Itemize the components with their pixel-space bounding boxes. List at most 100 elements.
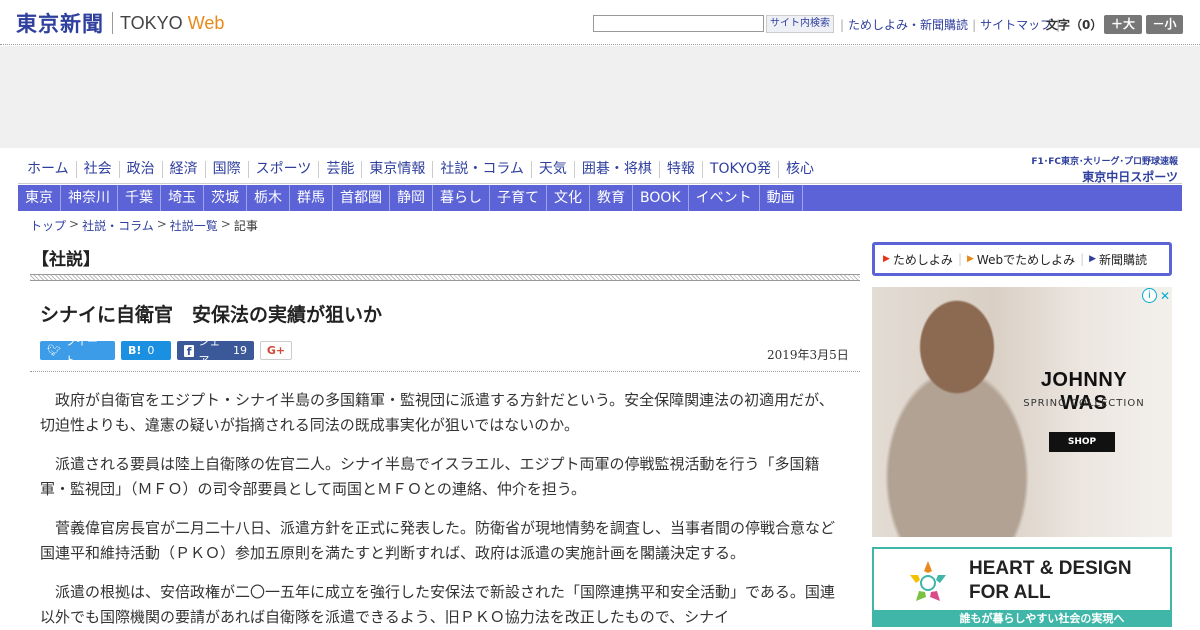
triangle-right-icon: ▶ — [966, 254, 974, 264]
share-buttons: 🐦︎ ツイート B! 0 f シェア 19 G+ — [40, 335, 292, 367]
nav-international[interactable]: 国際 — [206, 161, 249, 178]
chunichi-tagline: F1･FC東京･大リーグ･プロ野球速報 — [1031, 157, 1178, 167]
link-divider: | — [1080, 252, 1085, 266]
nav-entertainment[interactable]: 芸能 — [319, 161, 363, 178]
util-divider: | — [840, 17, 845, 32]
breadcrumb-separator: > — [156, 217, 167, 231]
nav-education[interactable]: 教育 — [590, 185, 633, 211]
site-header: 東京新聞 TOKYO Web サイト内検索 | ためしよみ・新聞購読 | サイト… — [0, 0, 1200, 45]
breadcrumb-top[interactable]: トップ — [30, 217, 66, 234]
ad-subtitle: SPRING COLLECTION — [1023, 398, 1145, 409]
breadcrumb: トップ > 社説・コラム > 社説一覧 > 記事 — [30, 217, 258, 234]
twitter-bird-icon: 🐦︎ — [47, 344, 61, 357]
facebook-share-button[interactable]: f シェア 19 — [177, 335, 254, 367]
triangle-right-icon: ▶ — [883, 254, 890, 264]
article-paragraph: 派遣される要員は陸上自衛隊の佐官二人。シナイ半島でイスラエル、エジプト両軍の停戦… — [40, 455, 820, 498]
article-divider — [30, 371, 860, 372]
nav-editorial-column[interactable]: 社説・コラム — [433, 161, 532, 178]
link-subscribe[interactable]: 新聞購読 — [1099, 251, 1147, 268]
nav-shutoken[interactable]: 首都圏 — [333, 185, 390, 211]
search-input[interactable] — [593, 15, 764, 32]
nav-event[interactable]: イベント — [689, 185, 760, 211]
nav-tochigi[interactable]: 栃木 — [247, 185, 290, 211]
util-divider: | — [972, 17, 977, 32]
hatena-bookmark-button[interactable]: B! 0 — [121, 341, 171, 360]
section-label: 【社説】 — [32, 250, 100, 270]
ad-close-icon[interactable]: ✕ — [1160, 289, 1170, 303]
article-paragraph: 派遣の根拠は、安倍政権が二〇一五年に成立を強行した安保法で新設された「国際連携平… — [40, 583, 835, 626]
logo-tokyo-shimbun: 東京新聞 — [16, 11, 104, 36]
nav-tokyo-info[interactable]: 東京情報 — [362, 161, 434, 178]
nav-sports[interactable]: スポーツ — [249, 161, 320, 178]
nav-society[interactable]: 社会 — [77, 161, 120, 178]
nav-ibaraki[interactable]: 茨城 — [204, 185, 247, 211]
link-web-trial-read[interactable]: Webでためしよみ — [977, 251, 1075, 268]
util-link-sitemap[interactable]: サイトマップ — [980, 16, 1052, 33]
logo-tokyo-text: TOKYO — [120, 12, 183, 33]
link-trial-read[interactable]: ためしよみ — [893, 251, 953, 268]
article-title: シナイに自衛官 安保法の実績が狙いか — [40, 304, 383, 326]
section-divider — [30, 274, 860, 281]
nav-culture[interactable]: 文化 — [547, 185, 590, 211]
nav-chiba[interactable]: 千葉 — [118, 185, 161, 211]
model-photo — [882, 287, 1032, 537]
nav-economy[interactable]: 経済 — [163, 161, 206, 178]
font-size-label: 文字（0） — [1046, 18, 1103, 32]
ad-heart-line1: HEART & DESIGN — [969, 558, 1132, 579]
breadcrumb-separator: > — [220, 217, 231, 231]
font-larger-button[interactable]: ＋大 — [1104, 15, 1142, 34]
nav-go-shogi[interactable]: 囲碁・将棋 — [575, 161, 660, 178]
nav-shizuoka[interactable]: 静岡 — [390, 185, 433, 211]
nav-weather[interactable]: 天気 — [532, 161, 575, 178]
nav-tokyo[interactable]: 東京 — [18, 185, 61, 211]
triangle-right-icon: ▶ — [1089, 254, 1097, 264]
google-plus-button[interactable]: G+ — [260, 341, 292, 360]
ad-heart-line2: FOR ALL — [969, 582, 1051, 603]
util-link-trial-subscribe[interactable]: ためしよみ・新聞購読 — [848, 16, 968, 33]
nav-kanagawa[interactable]: 神奈川 — [61, 185, 118, 211]
font-smaller-button[interactable]: －小 — [1146, 15, 1183, 34]
ad-info-icon[interactable]: i — [1142, 288, 1157, 303]
chunichi-sports-link[interactable]: F1･FC東京･大リーグ･プロ野球速報 東京中日スポーツ — [1031, 154, 1178, 185]
nav-parenting[interactable]: 子育て — [490, 185, 547, 211]
site-logo[interactable]: 東京新聞 TOKYO Web — [16, 10, 224, 36]
nav-politics[interactable]: 政治 — [120, 161, 163, 178]
nav-book[interactable]: BOOK — [633, 185, 689, 211]
ad-shop-button[interactable]: SHOP — [1049, 432, 1115, 452]
article-paragraph: 政府が自衛官をエジプト・シナイ半島の多国籍軍・監視団に派遣する方針だという。安全… — [40, 391, 834, 434]
utility-links: | ためしよみ・新聞購読 | サイトマップ | — [836, 16, 1064, 33]
link-divider: | — [957, 252, 962, 266]
breadcrumb-editorial-list[interactable]: 社説一覧 — [170, 217, 218, 234]
logo-web-text: Web — [187, 12, 225, 33]
article-date: 2019年3月5日 — [767, 348, 849, 362]
subscription-links: ▶ ためしよみ | ▶ Webでためしよみ | ▶ 新聞購読 — [872, 242, 1172, 276]
article-body: 政府が自衛官をエジプト・シナイ半島の多国籍軍・監視団に派遣する方針だという。安全… — [40, 388, 848, 630]
breadcrumb-editorial[interactable]: 社説・コラム — [82, 217, 154, 234]
breadcrumb-separator: > — [69, 217, 80, 231]
nav-living[interactable]: 暮らし — [433, 185, 490, 211]
nav-kakushin[interactable]: 核心 — [779, 161, 821, 178]
nav-tokyo-hatsu[interactable]: TOKYO発 — [703, 161, 779, 178]
hatena-count: 0 — [147, 344, 155, 357]
article-paragraph: 菅義偉官房長官が二月二十八日、派遣方針を正式に発表した。防衛省が現地情勢を調査し… — [40, 519, 836, 562]
breadcrumb-current: 記事 — [233, 219, 258, 233]
hatena-icon: B! — [128, 344, 142, 357]
logo-divider — [112, 12, 113, 34]
regional-nav: 東京 神奈川 千葉 埼玉 茨城 栃木 群馬 首都圏 静岡 暮らし 子育て 文化 … — [18, 185, 1182, 211]
top-ad-banner[interactable] — [0, 46, 1200, 148]
ad-heart-strip: 誰もが暮らしやすい社会の実現へ — [874, 610, 1170, 625]
nav-saitama[interactable]: 埼玉 — [161, 185, 204, 211]
site-search-button[interactable]: サイト内検索 — [766, 15, 834, 33]
heart-design-logo-icon — [910, 561, 946, 601]
facebook-share-label: シェア — [198, 334, 221, 367]
tweet-label: ツイート — [64, 334, 98, 367]
nav-video[interactable]: 動画 — [760, 185, 803, 211]
tweet-button[interactable]: 🐦︎ ツイート — [40, 335, 115, 367]
primary-nav: ホーム 社会 政治 経済 国際 スポーツ 芸能 東京情報 社説・コラム 天気 囲… — [18, 161, 1182, 184]
nav-gunma[interactable]: 群馬 — [290, 185, 333, 211]
nav-tokuho[interactable]: 特報 — [660, 161, 703, 178]
facebook-icon: f — [184, 344, 195, 358]
nav-home[interactable]: ホーム — [18, 161, 77, 178]
fashion-ad[interactable]: JOHNNY WAS SPRING COLLECTION SHOP — [872, 287, 1172, 537]
heart-design-ad[interactable]: HEART & DESIGN FOR ALL 誰もが暮らしやすい社会の実現へ — [872, 547, 1172, 627]
